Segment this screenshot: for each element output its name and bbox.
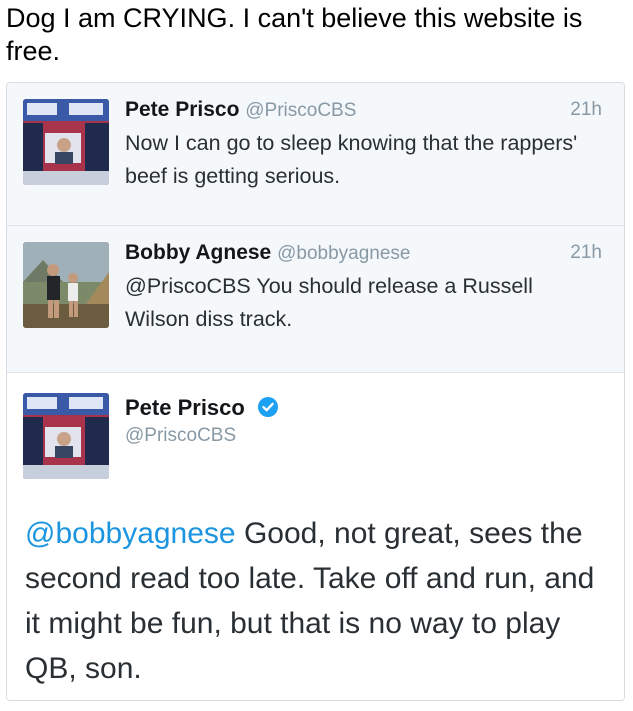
author-name-row: Pete Prisco: [125, 395, 279, 424]
tweet-timestamp[interactable]: 21h: [570, 240, 602, 266]
author-handle[interactable]: @bobbyagnese: [277, 243, 410, 264]
tweet-item[interactable]: Bobby Agnese @bobbyagnese 21h @PriscoCBS…: [7, 226, 624, 373]
author-name[interactable]: Pete Prisco: [125, 395, 245, 420]
tweet-thread: Pete Prisco @PriscoCBS 21h Now I can go …: [6, 82, 625, 701]
author-name[interactable]: Bobby Agnese: [125, 241, 271, 264]
main-tweet: Pete Prisco @PriscoCBS @bobbyagnese Good…: [7, 373, 624, 700]
avatar-studio[interactable]: [23, 99, 109, 185]
post-caption: Dog I am CRYING. I can't believe this we…: [6, 3, 583, 66]
tweet-text: Now I can go to sleep knowing that the r…: [125, 131, 578, 188]
mention-link[interactable]: @bobbyagnese: [25, 517, 236, 550]
tweet-text: @bobbyagnese Good, not great, sees the s…: [25, 511, 615, 691]
tweet-timestamp[interactable]: 21h: [570, 97, 602, 123]
avatar-studio[interactable]: [23, 393, 109, 479]
verified-badge-icon: [257, 396, 279, 424]
avatar-photo[interactable]: [23, 242, 109, 328]
author-name[interactable]: Pete Prisco: [125, 98, 239, 121]
tweet-item[interactable]: Pete Prisco @PriscoCBS 21h Now I can go …: [7, 83, 624, 226]
tweet-header: Pete Prisco @PriscoCBS: [125, 97, 356, 124]
author-handle[interactable]: @PriscoCBS: [125, 423, 236, 449]
tweet-text: @PriscoCBS You should release a Russell …: [125, 274, 533, 331]
tweet-header: Bobby Agnese @bobbyagnese: [125, 240, 410, 267]
author-handle[interactable]: @PriscoCBS: [245, 100, 356, 121]
